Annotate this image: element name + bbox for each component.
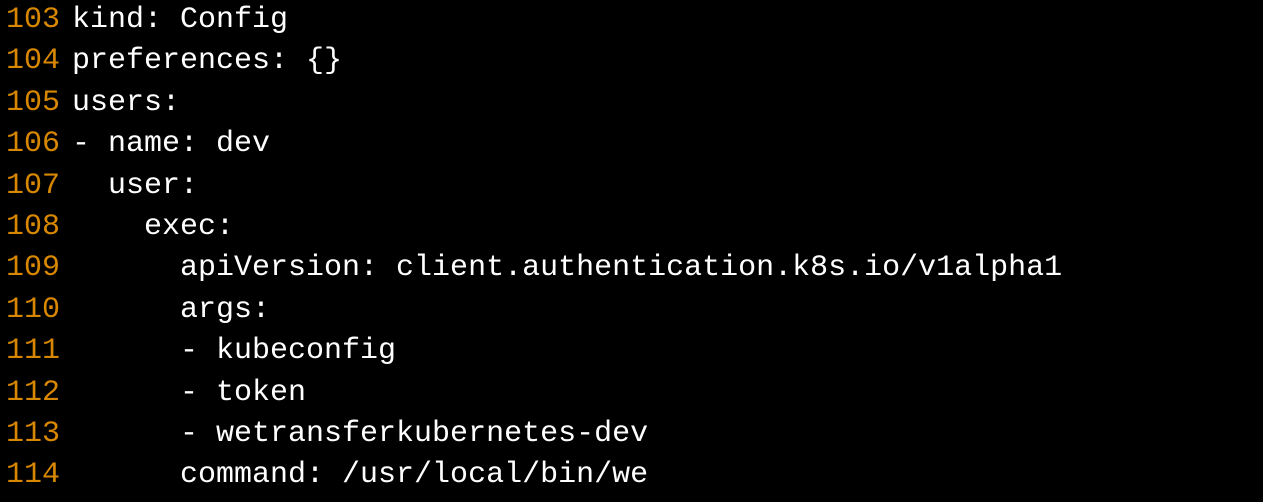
- code-line[interactable]: 112 - token: [0, 373, 1263, 414]
- code-content: - wetransferkubernetes-dev: [72, 414, 648, 455]
- code-line[interactable]: 105 users:: [0, 83, 1263, 124]
- code-content: args:: [72, 290, 270, 331]
- code-line[interactable]: 106 - name: dev: [0, 124, 1263, 165]
- code-line[interactable]: 107 user:: [0, 166, 1263, 207]
- line-number: 108: [0, 207, 72, 248]
- line-number: 112: [0, 373, 72, 414]
- line-number: 111: [0, 331, 72, 372]
- code-content: preferences: {}: [72, 41, 342, 82]
- line-number: 110: [0, 290, 72, 331]
- code-line[interactable]: 111 - kubeconfig: [0, 331, 1263, 372]
- line-number: 109: [0, 248, 72, 289]
- code-content: - token: [72, 373, 306, 414]
- code-content: - kubeconfig: [72, 331, 396, 372]
- line-number: 106: [0, 124, 72, 165]
- line-number: 114: [0, 455, 72, 496]
- code-content: apiVersion: client.authentication.k8s.io…: [72, 248, 1062, 289]
- code-content: - name: dev: [72, 124, 270, 165]
- code-line[interactable]: 103 kind: Config: [0, 0, 1263, 41]
- code-editor[interactable]: 103 kind: Config 104 preferences: {} 105…: [0, 0, 1263, 497]
- line-number: 104: [0, 41, 72, 82]
- line-number: 113: [0, 414, 72, 455]
- code-content: users:: [72, 83, 180, 124]
- line-number: 105: [0, 83, 72, 124]
- code-line[interactable]: 114 command: /usr/local/bin/we: [0, 455, 1263, 496]
- code-line[interactable]: 109 apiVersion: client.authentication.k8…: [0, 248, 1263, 289]
- line-number: 103: [0, 0, 72, 41]
- code-content: kind: Config: [72, 0, 288, 41]
- code-line[interactable]: 110 args:: [0, 290, 1263, 331]
- code-content: command: /usr/local/bin/we: [72, 455, 648, 496]
- code-line[interactable]: 108 exec:: [0, 207, 1263, 248]
- line-number: 107: [0, 166, 72, 207]
- code-line[interactable]: 104 preferences: {}: [0, 41, 1263, 82]
- code-content: user:: [72, 166, 198, 207]
- code-line[interactable]: 113 - wetransferkubernetes-dev: [0, 414, 1263, 455]
- code-content: exec:: [72, 207, 234, 248]
